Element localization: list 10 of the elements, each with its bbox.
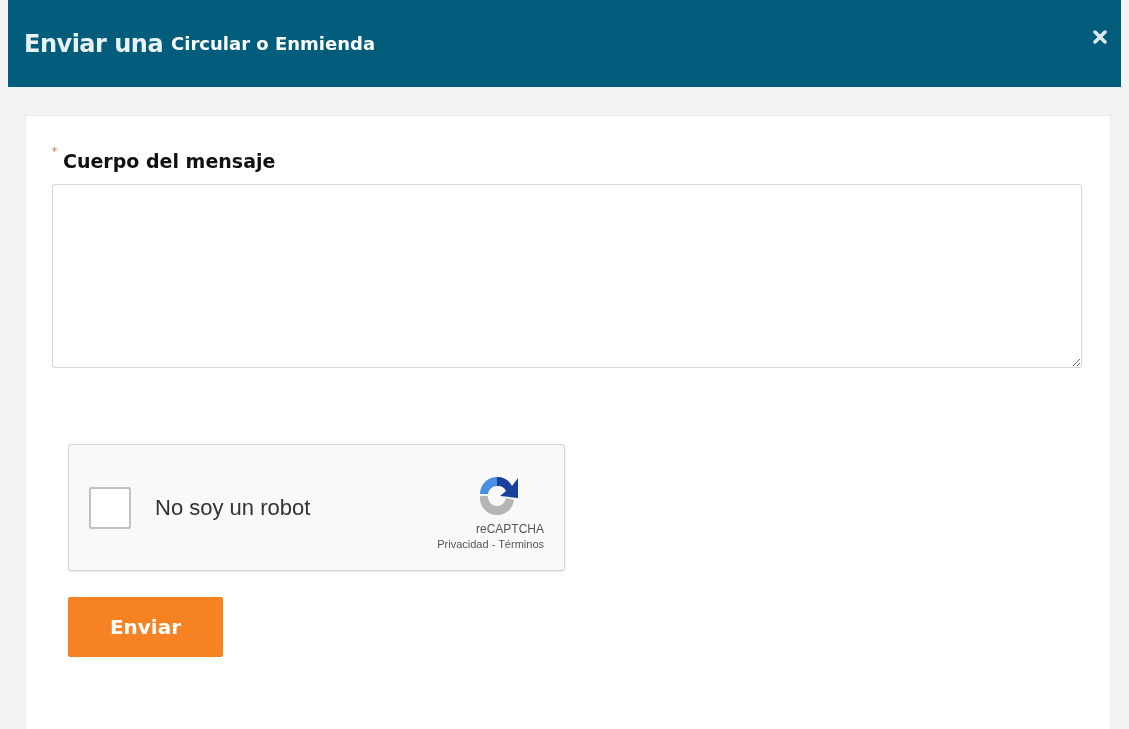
- privacy-terms-link[interactable]: Privacidad - Términos: [437, 537, 544, 550]
- required-mark: *: [52, 146, 57, 157]
- captcha-label: No soy un robot: [155, 494, 312, 521]
- dialog-title: Enviar una: [24, 29, 164, 58]
- close-icon[interactable]: [1093, 30, 1107, 44]
- captcha-checkbox[interactable]: [89, 486, 131, 529]
- dialog-subtitle: Circular o Enmienda: [171, 33, 377, 54]
- captcha-brand: reCAPTCHA: [476, 521, 544, 536]
- field-label: Cuerpo del mensaje: [63, 150, 276, 172]
- message-field[interactable]: [52, 184, 1082, 368]
